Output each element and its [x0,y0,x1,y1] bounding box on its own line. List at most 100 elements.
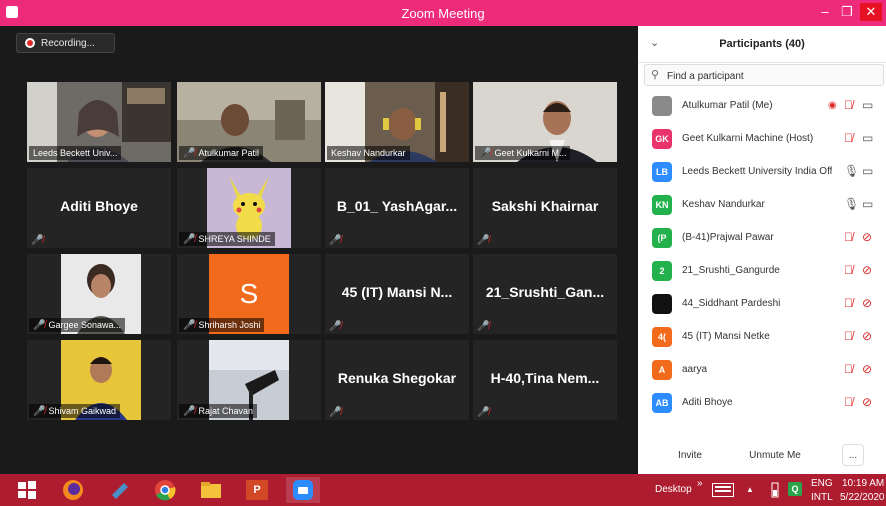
mic-muted-icon[interactable]: 🎙̸ [844,263,853,277]
file-explorer-icon[interactable] [194,477,228,503]
participant-row[interactable]: Atulkumar Patil (Me) ◉ 🎙̸ ▭ [638,90,886,123]
mic-icon[interactable]: 🎙 [844,197,859,211]
video-tile[interactable]: B_01_ YashAgar... 🎤̸ [325,168,469,248]
participant-name-label: 🎤̸ Rajat Chavan [179,404,257,418]
participant-search[interactable]: ⚲ [644,64,884,86]
video-off-icon[interactable]: ⊘ [862,296,872,310]
mic-muted-icon[interactable]: 🎙̸ [844,362,853,376]
avatar: 2 [652,261,672,281]
toolbar-expand-icon[interactable]: » [697,478,703,490]
avatar: (P [652,228,672,248]
participant-name: Geet Kulkarni Machine (Host) [682,133,814,144]
unmute-me-button[interactable]: Unmute Me [740,444,810,466]
powerpoint-icon[interactable]: P [240,477,274,503]
mic-muted-icon: 🎤̸ [479,148,492,159]
language-indicator[interactable]: ENG [811,478,833,490]
video-off-icon[interactable]: ⊘ [862,263,872,277]
participant-row[interactable]: Aaarya 🎙̸ ⊘ [638,354,886,387]
participant-name-label: Keshav Nandurkar [327,146,410,160]
participant-row[interactable]: KN Keshav Nandurkar 🎙 ▭ [638,189,886,222]
participant-name-label: Leeds Beckett Univ... [29,146,122,160]
video-tile[interactable]: 🎤̸ Atulkumar Patil [177,82,321,162]
video-tile[interactable]: 🎤̸ Gargee Sonawa... [27,254,171,334]
desktop-toolbar-label[interactable]: Desktop [655,484,692,498]
firefox-icon[interactable] [56,477,90,503]
video-tile[interactable]: Sakshi Khairnar 🎤̸ [473,168,617,248]
zoom-taskbar-icon[interactable] [286,477,320,503]
video-tile[interactable]: Leeds Beckett Univ... [27,82,171,162]
participant-row[interactable]: 4(45 (IT) Mansi Netke 🎙̸ ⊘ [638,321,886,354]
participants-footer: Invite Unmute Me ... [638,436,886,474]
mic-muted-icon[interactable]: 🎙̸ [844,131,853,145]
video-tile[interactable]: Keshav Nandurkar [325,82,469,162]
mic-muted-icon[interactable]: 🎙̸ [844,329,853,343]
participant-name: 44_Siddhant Pardeshi [682,298,781,309]
participant-row[interactable]: AB Aditi Bhoye 🎙̸ ⊘ [638,387,886,420]
avatar [652,96,672,116]
participant-name-label: 🎤̸ Shivam Gaikwad [29,404,120,418]
avatar: A [652,360,672,380]
avatar: GK [652,129,672,149]
search-input[interactable] [665,67,879,85]
recording-indicator[interactable]: Recording... [16,33,115,53]
avatar: AB [652,393,672,413]
video-icon[interactable]: ▭ [862,164,873,178]
participant-row[interactable]: GK Geet Kulkarni Machine (Host) 🎙̸ ▭ [638,123,886,156]
video-tile[interactable]: Renuka Shegokar 🎤̸ [325,340,469,420]
video-tile[interactable]: 🎤̸ Shivam Gaikwad [27,340,171,420]
participant-row[interactable]: 2 21_Srushti_Gangurde 🎙̸ ⊘ [638,255,886,288]
video-icon[interactable]: ▭ [862,98,873,112]
mic-muted-icon: 🎤̸ [183,148,196,159]
video-icon[interactable]: ▭ [862,197,873,211]
mic-muted-icon: 🎤̸ [329,407,342,418]
video-off-icon[interactable]: ⊘ [862,230,872,244]
mic-muted-icon[interactable]: 🎙̸ [844,230,853,244]
participants-title: Participants (40) [719,38,805,50]
record-icon [25,38,35,48]
show-hidden-icons[interactable]: ▲ [746,485,754,497]
clock-date[interactable]: 5/22/2020 [840,492,885,504]
participant-name: Aditi Bhoye [682,397,733,408]
chrome-icon[interactable] [148,477,182,503]
close-button[interactable]: ✕ [860,3,882,21]
video-tile[interactable]: 21_Srushti_Gan... 🎤̸ [473,254,617,334]
participant-row[interactable]: 44_Siddhant Pardeshi 🎙̸ ⊘ [638,288,886,321]
mic-icon[interactable]: 🎙 [844,164,859,178]
mic-muted-icon[interactable]: 🎙̸ [844,395,853,409]
participants-header: ⌄ Participants (40) [638,26,886,63]
mic-muted-icon: 🎤̸ [33,320,46,331]
more-button[interactable]: ... [842,444,864,466]
participant-name: 45 (IT) Mansi N... [341,284,453,300]
mic-muted-icon[interactable]: 🎙̸ [844,98,853,112]
keyboard-layout-indicator[interactable]: INTL [811,492,833,504]
participant-name: 21_Srushti_Gangurde [682,265,780,276]
video-off-icon[interactable]: ⊘ [862,395,872,409]
video-tile[interactable]: S 🎤̸ Shriharsh Joshi [177,254,321,334]
quick-heal-icon[interactable]: Q [788,482,802,498]
video-tile[interactable]: H-40,Tina Nem... 🎤̸ [473,340,617,420]
participant-name: (B-41)Prajwal Pawar [682,232,774,243]
video-tile[interactable]: 🎤̸ Rajat Chavan [177,340,321,420]
edge-icon[interactable] [102,477,136,503]
video-tile[interactable]: 🎤̸ SHREYA SHINDE [177,168,321,248]
clock-time[interactable]: 10:19 AM [842,478,884,490]
windows-start-icon[interactable] [10,477,44,503]
participant-name-label: 🎤̸ Atulkumar Patil [179,146,263,160]
video-tile[interactable]: 🎤̸ Geet Kulkarni M... [473,82,617,162]
window-title: Zoom Meeting [401,6,485,21]
restore-button[interactable]: ❐ [836,3,858,21]
video-off-icon[interactable]: ⊘ [862,362,872,376]
video-tile[interactable]: Aditi Bhoye 🎤̸ [27,168,171,248]
mic-muted-icon[interactable]: 🎙̸ [844,296,853,310]
participant-row[interactable]: (P (B-41)Prajwal Pawar 🎙̸ ⊘ [638,222,886,255]
keyboard-icon[interactable] [712,483,734,497]
participant-name: aarya [682,364,708,375]
video-off-icon[interactable]: ⊘ [862,329,872,343]
invite-button[interactable]: Invite [670,444,710,466]
video-icon[interactable]: ▭ [862,131,873,145]
participant-row[interactable]: LB Leeds Beckett University India Off... 🎙… [638,156,886,189]
battery-icon[interactable] [770,482,780,498]
video-tile[interactable]: 45 (IT) Mansi N... 🎤̸ [325,254,469,334]
video-gallery: Recording... Leeds Beckett Univ... 🎤̸ Atu… [0,26,638,474]
minimize-button[interactable]: – [814,3,836,21]
